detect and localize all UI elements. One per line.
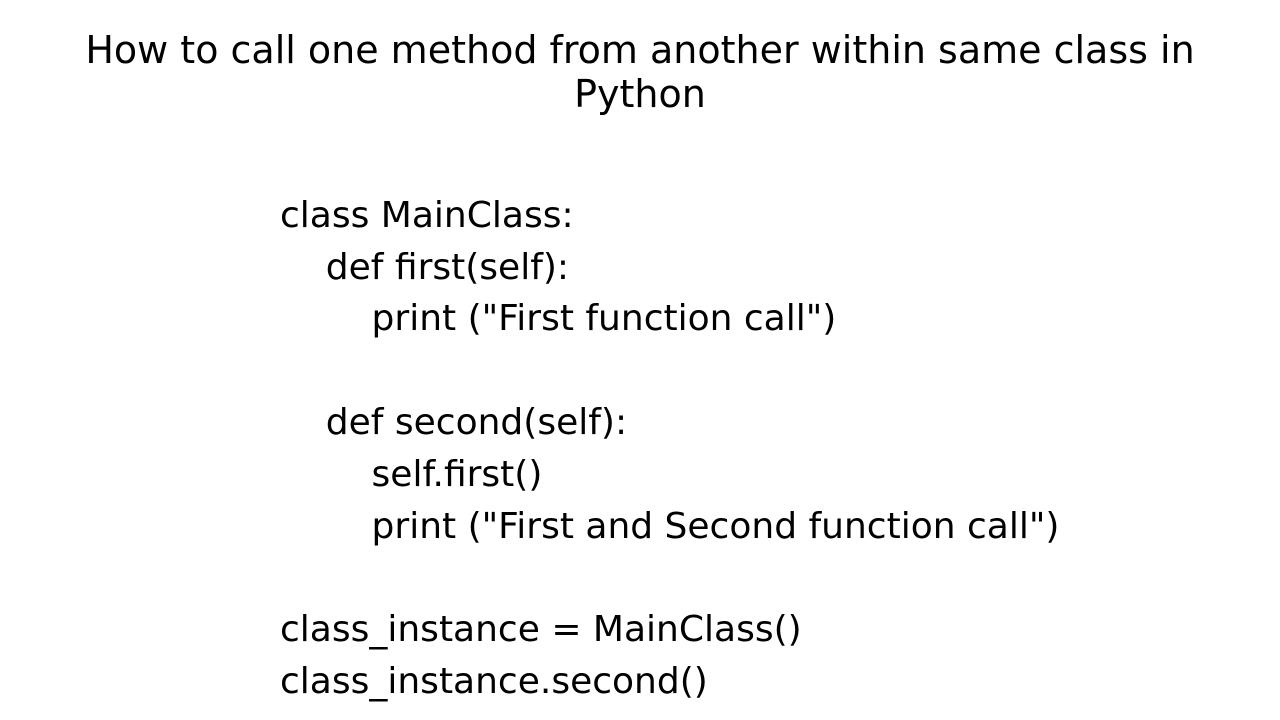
code-line: self.first() <box>280 454 542 495</box>
code-line: class_instance = MainClass() <box>280 609 802 650</box>
code-example: class MainClass: def first(self): print … <box>280 138 1059 708</box>
page-title: How to call one method from another with… <box>0 0 1280 116</box>
code-line: print ("First function call") <box>280 298 836 339</box>
code-line: def second(self): <box>280 402 627 443</box>
code-line: def first(self): <box>280 247 569 288</box>
code-line: print ("First and Second function call") <box>280 506 1059 547</box>
code-line: class MainClass: <box>280 195 574 236</box>
code-line: class_instance.second() <box>280 661 708 702</box>
